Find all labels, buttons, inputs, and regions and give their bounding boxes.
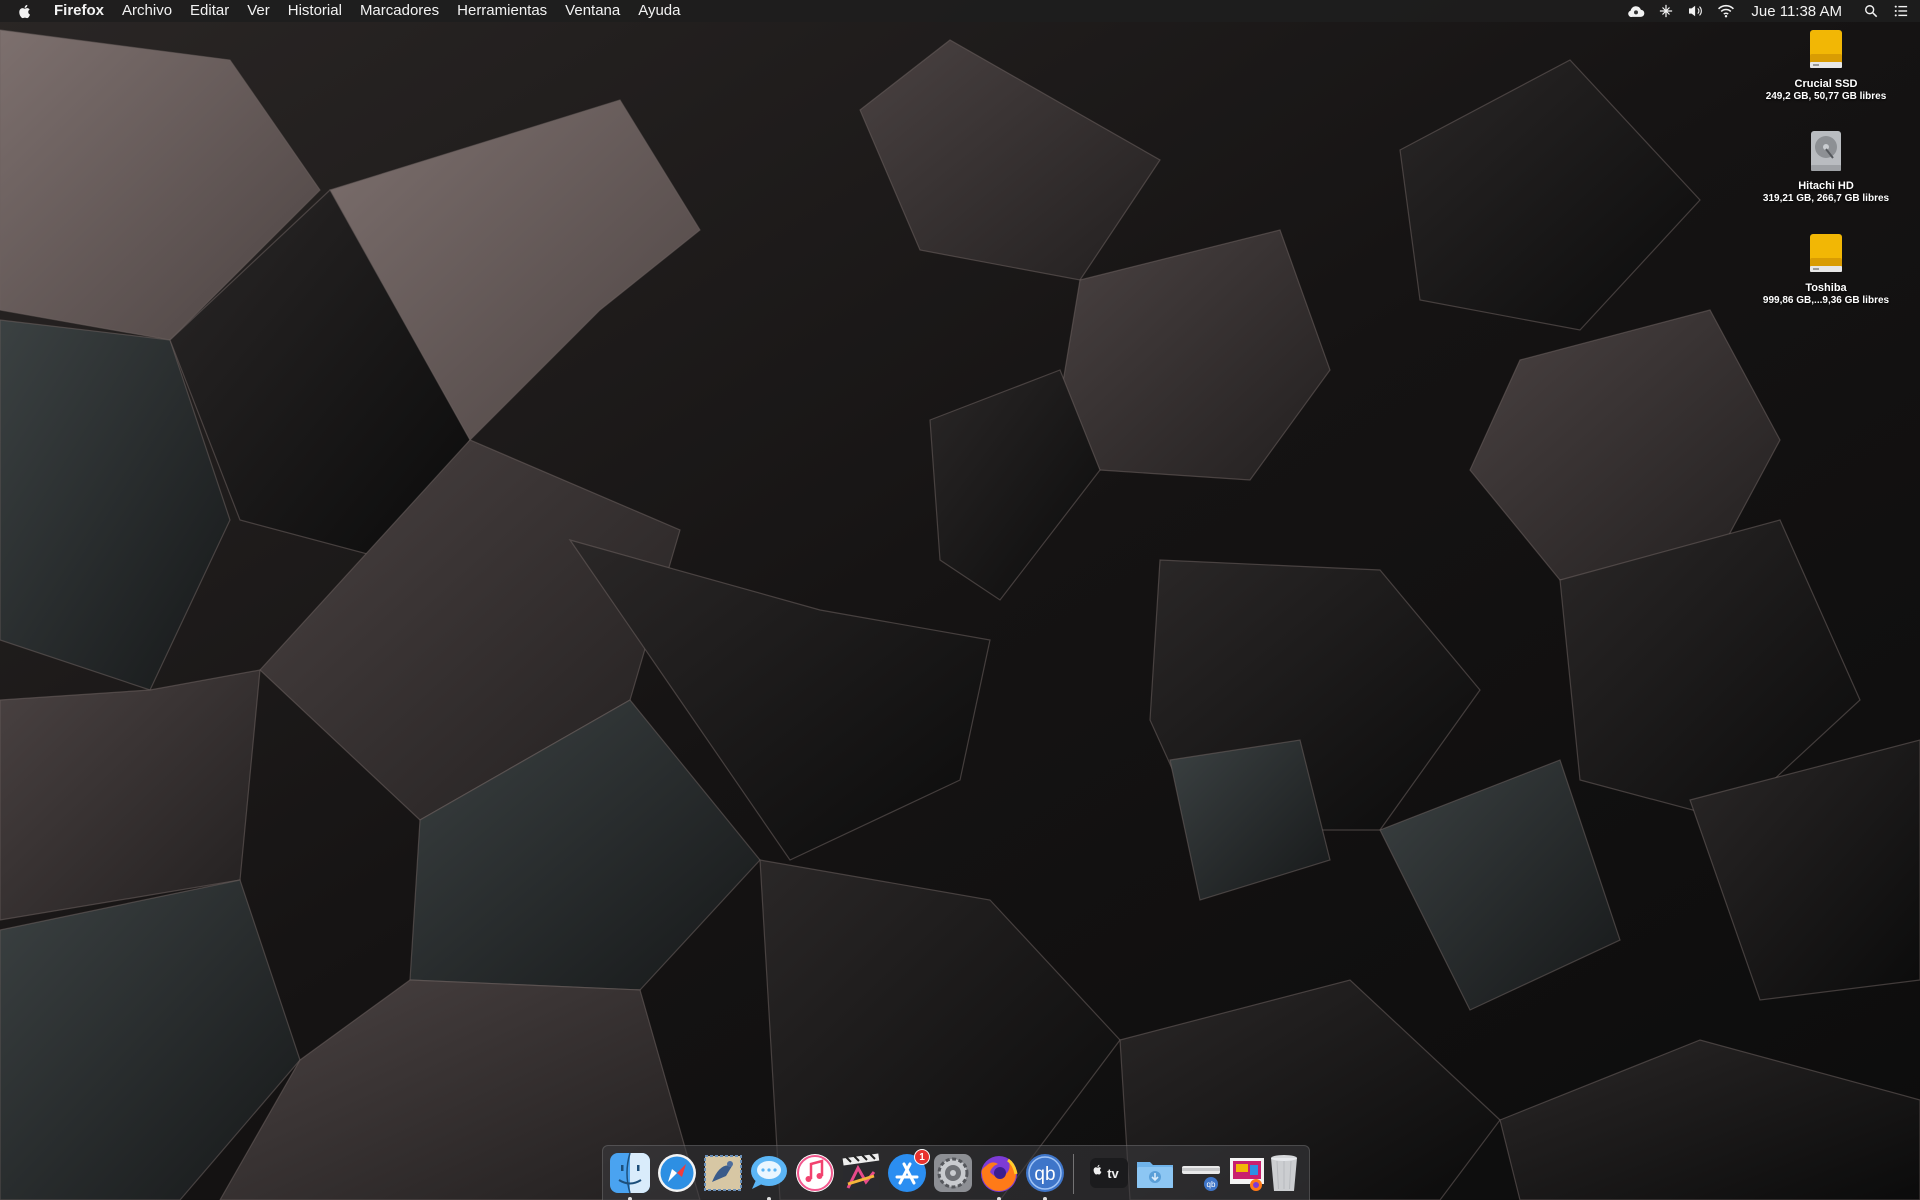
drive-crucial-ssd[interactable]: Crucial SSD 249,2 GB, 50,77 GB libres: [1756, 26, 1896, 102]
menu-ventana[interactable]: Ventana: [565, 0, 620, 22]
drive-hitachi-hd[interactable]: Hitachi HD 319,21 GB, 266,7 GB libres: [1756, 128, 1896, 204]
menu-marcadores[interactable]: Marcadores: [360, 0, 439, 22]
recent-stack-icon: [1230, 1158, 1264, 1191]
dock-trash[interactable]: [1263, 1152, 1305, 1194]
dock-itunes[interactable]: [794, 1152, 836, 1194]
firefox-icon: [981, 1156, 1018, 1192]
messages-icon: [751, 1156, 787, 1189]
final-cut-pro-icon: [842, 1153, 880, 1191]
notification-center-icon[interactable]: [1890, 0, 1912, 22]
wallpaper: [0, 0, 1920, 1200]
menu-archivo[interactable]: Archivo: [122, 0, 172, 22]
finder-icon: [610, 1152, 650, 1194]
apple-tv-icon: tv: [1090, 1158, 1128, 1188]
volume-icon[interactable]: [1685, 0, 1707, 22]
svg-text:qb: qb: [1034, 1164, 1055, 1185]
drive-info: 319,21 GB, 266,7 GB libres: [1762, 193, 1890, 204]
wifi-icon[interactable]: [1715, 0, 1737, 22]
menu-herramientas[interactable]: Herramientas: [457, 0, 547, 22]
drive-name: Toshiba: [1805, 282, 1847, 294]
dock-final-cut-pro[interactable]: [840, 1152, 882, 1194]
dock-safari[interactable]: [656, 1152, 698, 1194]
spotlight-search-icon[interactable]: [1860, 0, 1882, 22]
dock-system-preferences[interactable]: [932, 1152, 974, 1194]
download-stack-icon: qb: [1182, 1166, 1220, 1191]
apple-tv-label: tv: [1107, 1166, 1119, 1181]
dock-download-stack[interactable]: qb: [1180, 1152, 1222, 1194]
svg-text:qb: qb: [1207, 1180, 1216, 1189]
system-preferences-icon: [934, 1154, 972, 1192]
dock-downloads-folder[interactable]: [1134, 1152, 1176, 1194]
dock-mail[interactable]: [702, 1152, 744, 1194]
itunes-icon: [796, 1154, 834, 1192]
dock-messages[interactable]: [748, 1152, 790, 1200]
creative-cloud-icon[interactable]: [1625, 0, 1647, 22]
dock-recent-stack[interactable]: [1226, 1152, 1268, 1194]
dock-qbittorrent[interactable]: qb: [1024, 1152, 1066, 1200]
safari-icon: [658, 1154, 696, 1192]
drive-name: Hitachi HD: [1798, 180, 1854, 192]
mail-icon: [704, 1155, 742, 1191]
apple-menu-icon[interactable]: [18, 1, 36, 21]
drive-toshiba[interactable]: Toshiba 999,86 GB,...9,36 GB libres: [1756, 230, 1896, 306]
desktop[interactable]: Firefox Archivo Editar Ver Historial Mar…: [0, 0, 1920, 1200]
dock-apple-tv[interactable]: tv: [1088, 1152, 1130, 1194]
dock-separator: [1073, 1154, 1074, 1194]
menu-clock[interactable]: Jue 11:38 AM: [1751, 3, 1842, 20]
qbittorrent-icon: qb: [1026, 1154, 1064, 1192]
dock-finder[interactable]: [609, 1152, 651, 1200]
internal-hard-drive-icon: [1811, 131, 1841, 171]
drive-info: 999,86 GB,...9,36 GB libres: [1762, 295, 1890, 306]
downloads-folder-icon: [1137, 1162, 1173, 1188]
menu-ver[interactable]: Ver: [247, 0, 270, 22]
dock: 1 qb tv qb: [602, 1145, 1310, 1200]
menu-ayuda[interactable]: Ayuda: [638, 0, 680, 22]
notification-badge: 1: [914, 1149, 930, 1165]
menu-app-name[interactable]: Firefox: [54, 0, 104, 22]
external-drive-icon: [1810, 30, 1842, 68]
dock-firefox[interactable]: [978, 1152, 1020, 1200]
menu-bar: Firefox Archivo Editar Ver Historial Mar…: [0, 0, 1920, 22]
input-menu-icon[interactable]: [1655, 0, 1677, 22]
trash-icon: [1271, 1155, 1297, 1191]
menu-editar[interactable]: Editar: [190, 0, 229, 22]
drive-info: 249,2 GB, 50,77 GB libres: [1765, 91, 1887, 102]
drive-name: Crucial SSD: [1794, 78, 1858, 90]
external-drive-icon: [1810, 234, 1842, 272]
dock-app-store[interactable]: 1: [886, 1149, 930, 1194]
menu-historial[interactable]: Historial: [288, 0, 342, 22]
